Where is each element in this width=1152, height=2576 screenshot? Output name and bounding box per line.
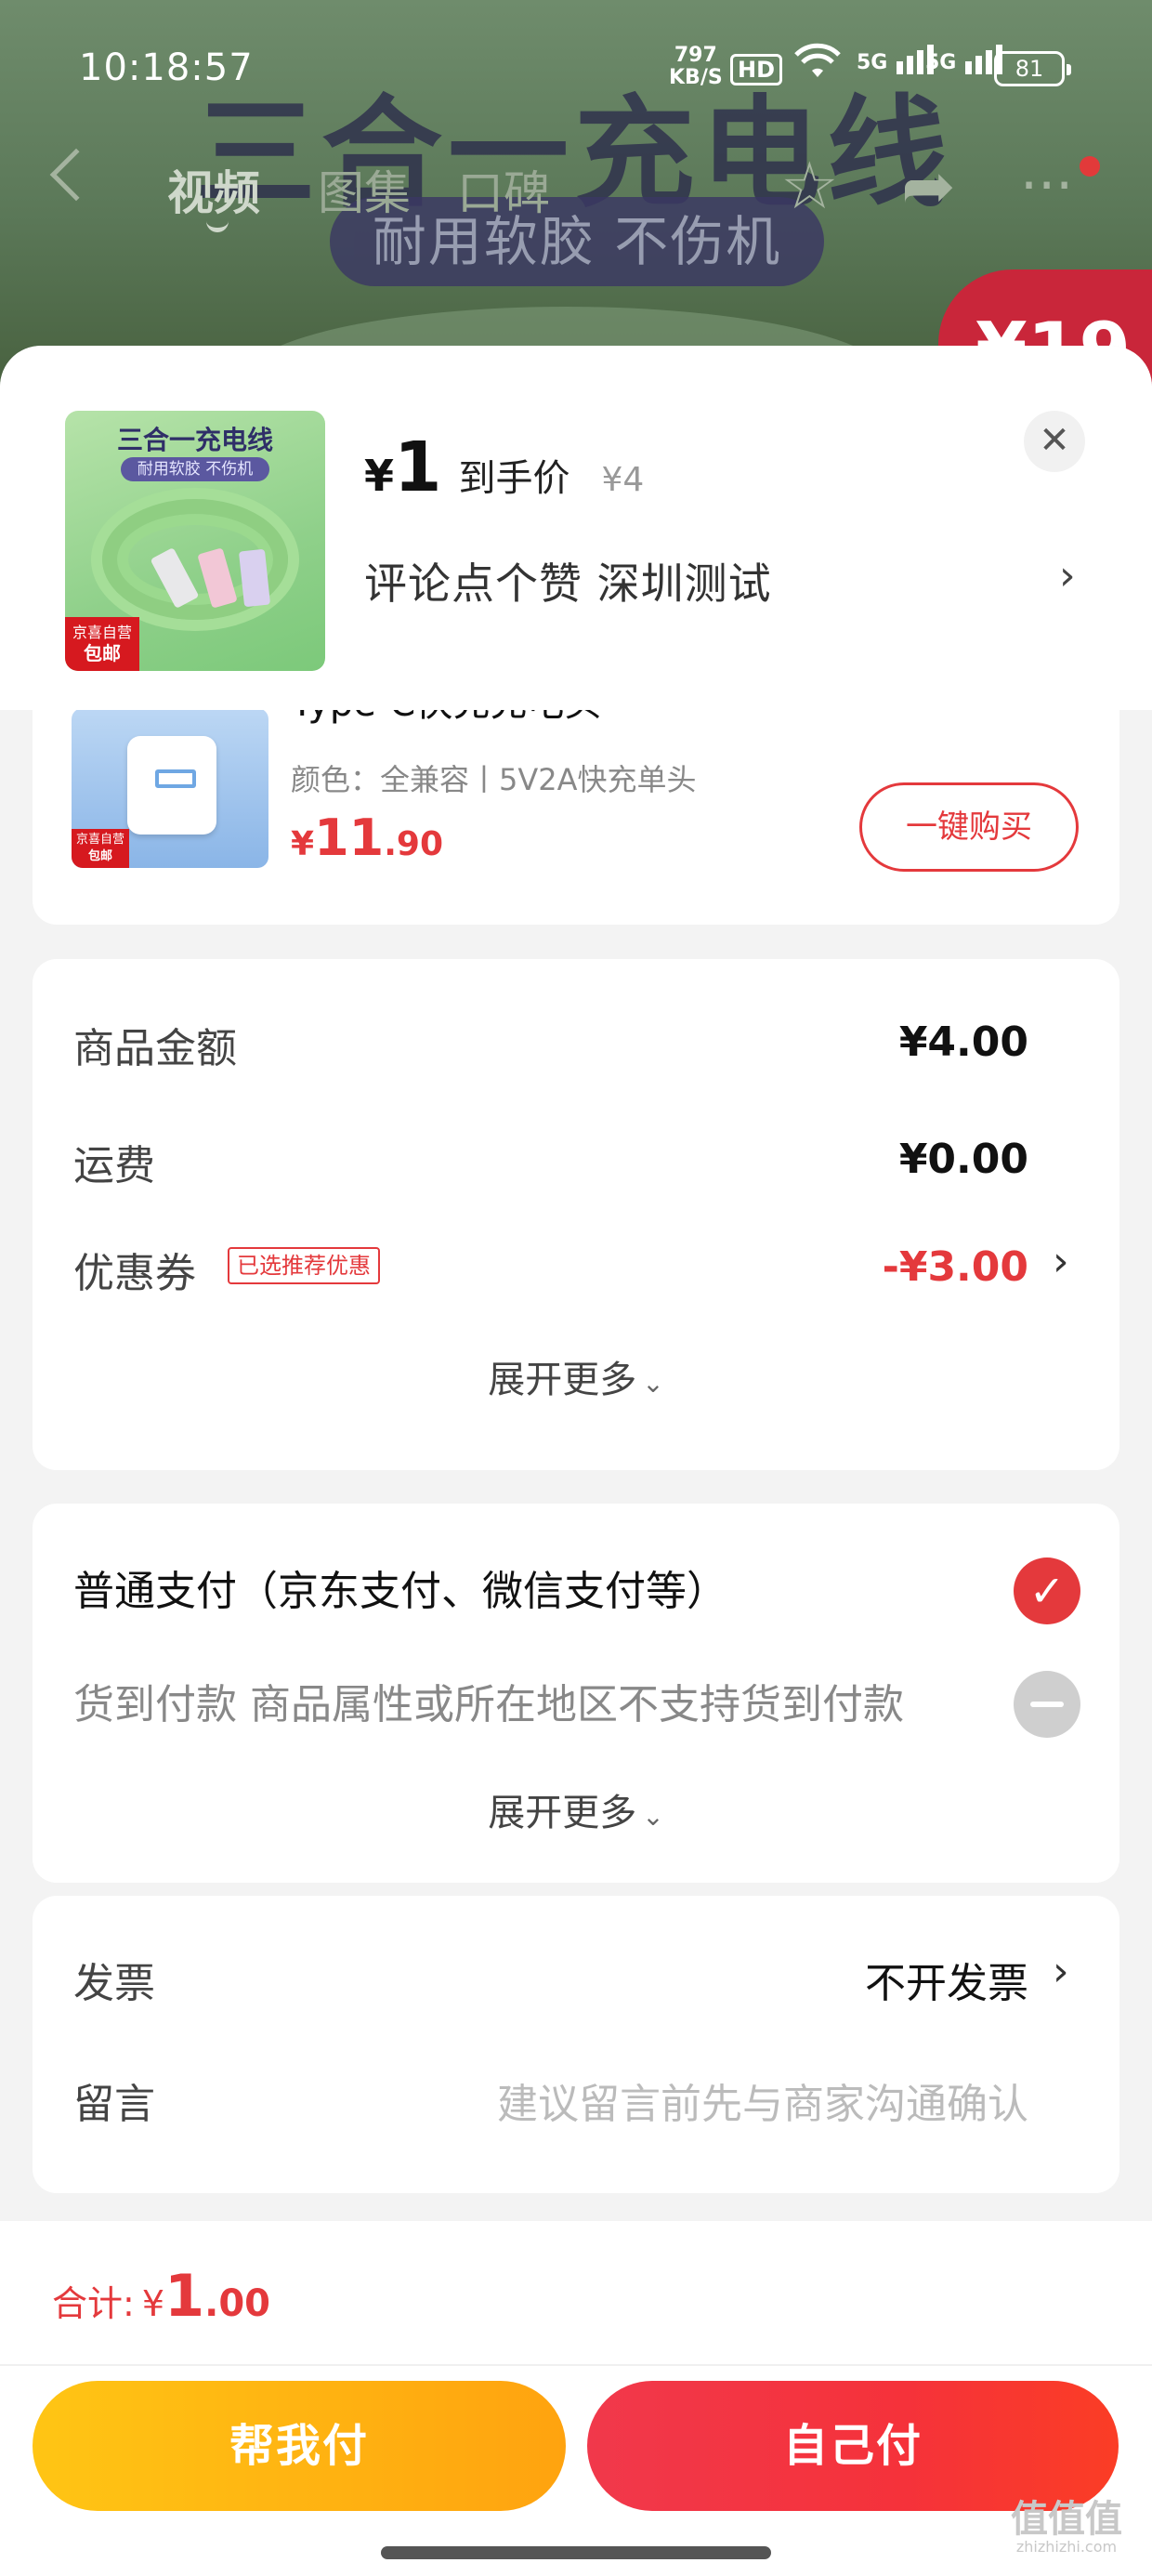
message-label: 留言	[73, 2081, 155, 2128]
charger-graphic	[127, 736, 216, 835]
watermark-text: 值值值	[1011, 2498, 1122, 2541]
tab-reviews[interactable]: 口碑	[457, 156, 550, 223]
checkout-sheet: 三合一充电线 耐用软胶 不伤机 京喜自营 包邮 ¥ 1 到手价 ¥4 评论点个赞…	[0, 346, 1152, 2576]
status-time: 10:18:57	[79, 46, 254, 89]
chevron-right-icon[interactable]: ›	[1059, 552, 1076, 599]
self-operated-badge: 京喜自营 包邮	[65, 617, 139, 671]
battery-icon: 81	[994, 51, 1071, 86]
payment-option-standard[interactable]: 普通支付（京东支付、微信支付等）	[73, 1557, 727, 1617]
notification-dot	[1080, 156, 1100, 177]
goods-amount-label: 商品金额	[73, 1025, 237, 1072]
amount-summary-card: 商品金额 ¥4.00 运费 ¥0.00 优惠券 已选推荐优惠 -¥3.00 › …	[33, 959, 1119, 1470]
total-amount: 合计: ¥ 1 .00	[52, 2262, 270, 2330]
final-price-value: 1	[394, 427, 442, 507]
home-indicator[interactable]	[381, 2546, 771, 2559]
thumbnail-title: 三合一充电线	[116, 425, 273, 455]
tab-video[interactable]: 视频	[167, 156, 260, 223]
product-spec: 颜色：全兼容丨5V2A快充单头	[291, 762, 697, 797]
price-decimal: .90	[384, 825, 443, 863]
more-icon[interactable]: ···	[1020, 153, 1073, 218]
badge-bottom-text: 包邮	[87, 849, 112, 863]
sheet-header: 三合一充电线 耐用软胶 不伤机 京喜自营 包邮 ¥ 1 到手价 ¥4 评论点个赞…	[0, 346, 1152, 710]
expand-more-label: 展开更多	[488, 1359, 637, 1401]
total-integer: 1	[164, 2262, 205, 2330]
share-icon[interactable]: ➦	[901, 153, 956, 218]
currency-symbol: ¥	[291, 825, 315, 863]
self-operated-badge: 京喜自营 包邮	[72, 829, 129, 868]
chevron-right-icon[interactable]: ›	[1053, 1948, 1069, 1995]
price-integer: 11	[314, 808, 385, 867]
hd-voice-icon: HD	[730, 54, 783, 85]
status-bar: 10:18:57 797 KB/S HD 5G 5G 81	[0, 0, 1152, 139]
help-me-pay-button[interactable]: 帮我付	[33, 2381, 566, 2511]
checkout-bottom-bar: 合计: ¥ 1 .00 帮我付 自己付 值值值 zhizhizhi.com	[0, 2221, 1152, 2576]
expand-more-label: 展开更多	[488, 1792, 637, 1834]
back-icon[interactable]	[49, 148, 103, 202]
thumbnail-subtitle: 耐用软胶 不伤机	[121, 457, 269, 481]
recommended-coupon-tag: 已选推荐优惠	[228, 1247, 380, 1284]
payment-method-card: 普通支付（京东支付、微信支付等） ✓ 货到付款 商品属性或所在地区不支持货到付款…	[33, 1504, 1119, 1883]
product-price: ¥ 11 .90	[291, 808, 443, 867]
coupon-value[interactable]: -¥3.00	[883, 1243, 1028, 1291]
total-label: 合计:	[52, 2283, 135, 2324]
promo-text[interactable]: 评论点个赞 深圳测试	[364, 550, 772, 611]
pay-myself-button[interactable]: 自己付	[587, 2381, 1119, 2511]
network-speed-unit: KB/S	[669, 66, 723, 89]
badge-top-text: 京喜自营	[75, 833, 124, 847]
one-click-buy-button[interactable]: 一键购买	[859, 782, 1079, 872]
final-price: ¥ 1 到手价 ¥4	[364, 427, 644, 507]
goods-amount-value: ¥4.00	[898, 1019, 1028, 1066]
total-decimal: .00	[204, 2282, 270, 2325]
currency-symbol: ¥	[141, 2283, 164, 2324]
chevron-right-icon[interactable]: ›	[1053, 1238, 1069, 1285]
close-button[interactable]: ✕	[1024, 411, 1085, 472]
invoice-message-card: 发票 不开发票 › 留言 建议留言前先与商家沟通确认	[33, 1896, 1119, 2193]
watermark-logo: 值值值 zhizhizhi.com	[1011, 2500, 1122, 2556]
disabled-icon	[1014, 1671, 1080, 1738]
network-speed: 797 KB/S	[669, 45, 723, 89]
network-speed-value: 797	[674, 44, 717, 67]
sim1-label: 5G	[857, 51, 888, 74]
tab-gallery[interactable]: 图集	[318, 156, 411, 223]
divider	[0, 2364, 1152, 2366]
invoice-label[interactable]: 发票	[73, 1950, 155, 2009]
product-thumbnail: 三合一充电线 耐用软胶 不伤机 京喜自营 包邮	[65, 411, 325, 671]
shipping-label: 运费	[73, 1142, 155, 1189]
invoice-value[interactable]: 不开发票	[865, 1950, 1028, 2009]
expand-more-button[interactable]: 展开更多 ⌄	[33, 1782, 1119, 1836]
wifi-icon	[794, 41, 841, 91]
expand-more-button[interactable]: 展开更多 ⌄	[33, 1349, 1119, 1403]
original-price: ¥4	[601, 461, 645, 499]
chevron-down-icon: ⌄	[642, 1801, 664, 1832]
final-price-label: 到手价	[458, 457, 570, 500]
sim2-label: 5G	[925, 51, 957, 74]
favorite-star-icon[interactable]: ☆	[780, 153, 839, 218]
chevron-down-icon: ⌄	[642, 1368, 664, 1399]
shipping-value: ¥0.00	[898, 1136, 1028, 1183]
coupon-label[interactable]: 优惠券	[73, 1240, 196, 1299]
payment-option-cod: 货到付款 商品属性或所在地区不支持货到付款	[73, 1681, 904, 1728]
message-input[interactable]: 建议留言前先与商家沟通确认	[497, 2070, 1028, 2130]
currency-symbol: ¥	[364, 451, 395, 501]
badge-bottom-text: 包邮	[84, 642, 121, 664]
checked-icon[interactable]: ✓	[1014, 1557, 1080, 1624]
badge-top-text: 京喜自营	[72, 624, 132, 641]
watermark-url: zhizhizhi.com	[1015, 2538, 1118, 2556]
product-image[interactable]: 京喜自营 包邮	[72, 708, 268, 868]
